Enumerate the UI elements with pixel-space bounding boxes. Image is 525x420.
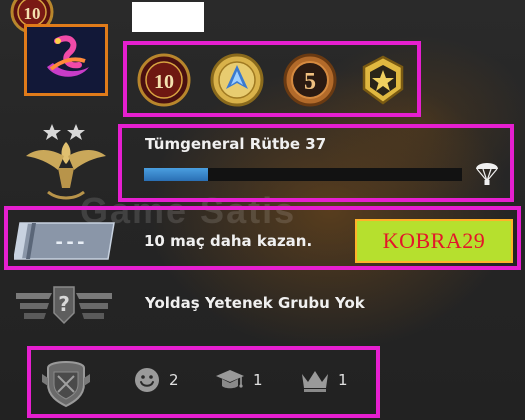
- teacher-count: 1: [253, 371, 263, 389]
- leader-count: 1: [338, 371, 348, 389]
- operation-coin-icon[interactable]: [210, 53, 264, 107]
- wins-remaining-text: 10 maç daha kazan.: [144, 232, 313, 250]
- commendation-friendly[interactable]: 2: [133, 366, 179, 394]
- graduation-cap-icon: [215, 366, 245, 394]
- smiley-icon: [133, 366, 161, 394]
- operation-star-coin-icon[interactable]: [356, 53, 410, 107]
- skill-group-text: Yoldaş Yetenek Grubu Yok: [145, 294, 365, 312]
- skill-group-badge: ?: [16, 283, 112, 325]
- profile-name-box: [132, 2, 204, 32]
- rank-emblem-icon: [20, 118, 112, 202]
- promo-code-box: KOBRA29: [355, 219, 513, 263]
- coins-showcase: 10 5: [123, 41, 421, 117]
- avatar[interactable]: [24, 24, 108, 96]
- wins-badge: ---: [13, 219, 118, 263]
- crown-icon: [300, 366, 330, 394]
- friendly-count: 2: [169, 371, 179, 389]
- skill-group-badge-text: ?: [58, 292, 70, 316]
- parachute-icon[interactable]: [474, 157, 500, 187]
- service-medal-number: 10: [24, 4, 41, 23]
- xp-progress-fill: [144, 168, 208, 181]
- service-medal-10-icon[interactable]: 10: [137, 53, 191, 107]
- rank-title: Tümgeneral Rütbe 37: [145, 135, 327, 153]
- promo-code-text: KOBRA29: [382, 228, 486, 253]
- wins-badge-text: ---: [54, 232, 87, 253]
- swan-avatar-icon: [27, 27, 105, 93]
- commendation-shield-icon[interactable]: [38, 356, 94, 408]
- commendation-teacher[interactable]: 1: [215, 366, 263, 394]
- coin-label: 5: [304, 69, 316, 95]
- service-medal-5-icon[interactable]: 5: [283, 53, 337, 107]
- coin-label: 10: [154, 71, 174, 93]
- xp-progress-bar: [144, 168, 462, 181]
- commendation-leader[interactable]: 1: [300, 366, 348, 394]
